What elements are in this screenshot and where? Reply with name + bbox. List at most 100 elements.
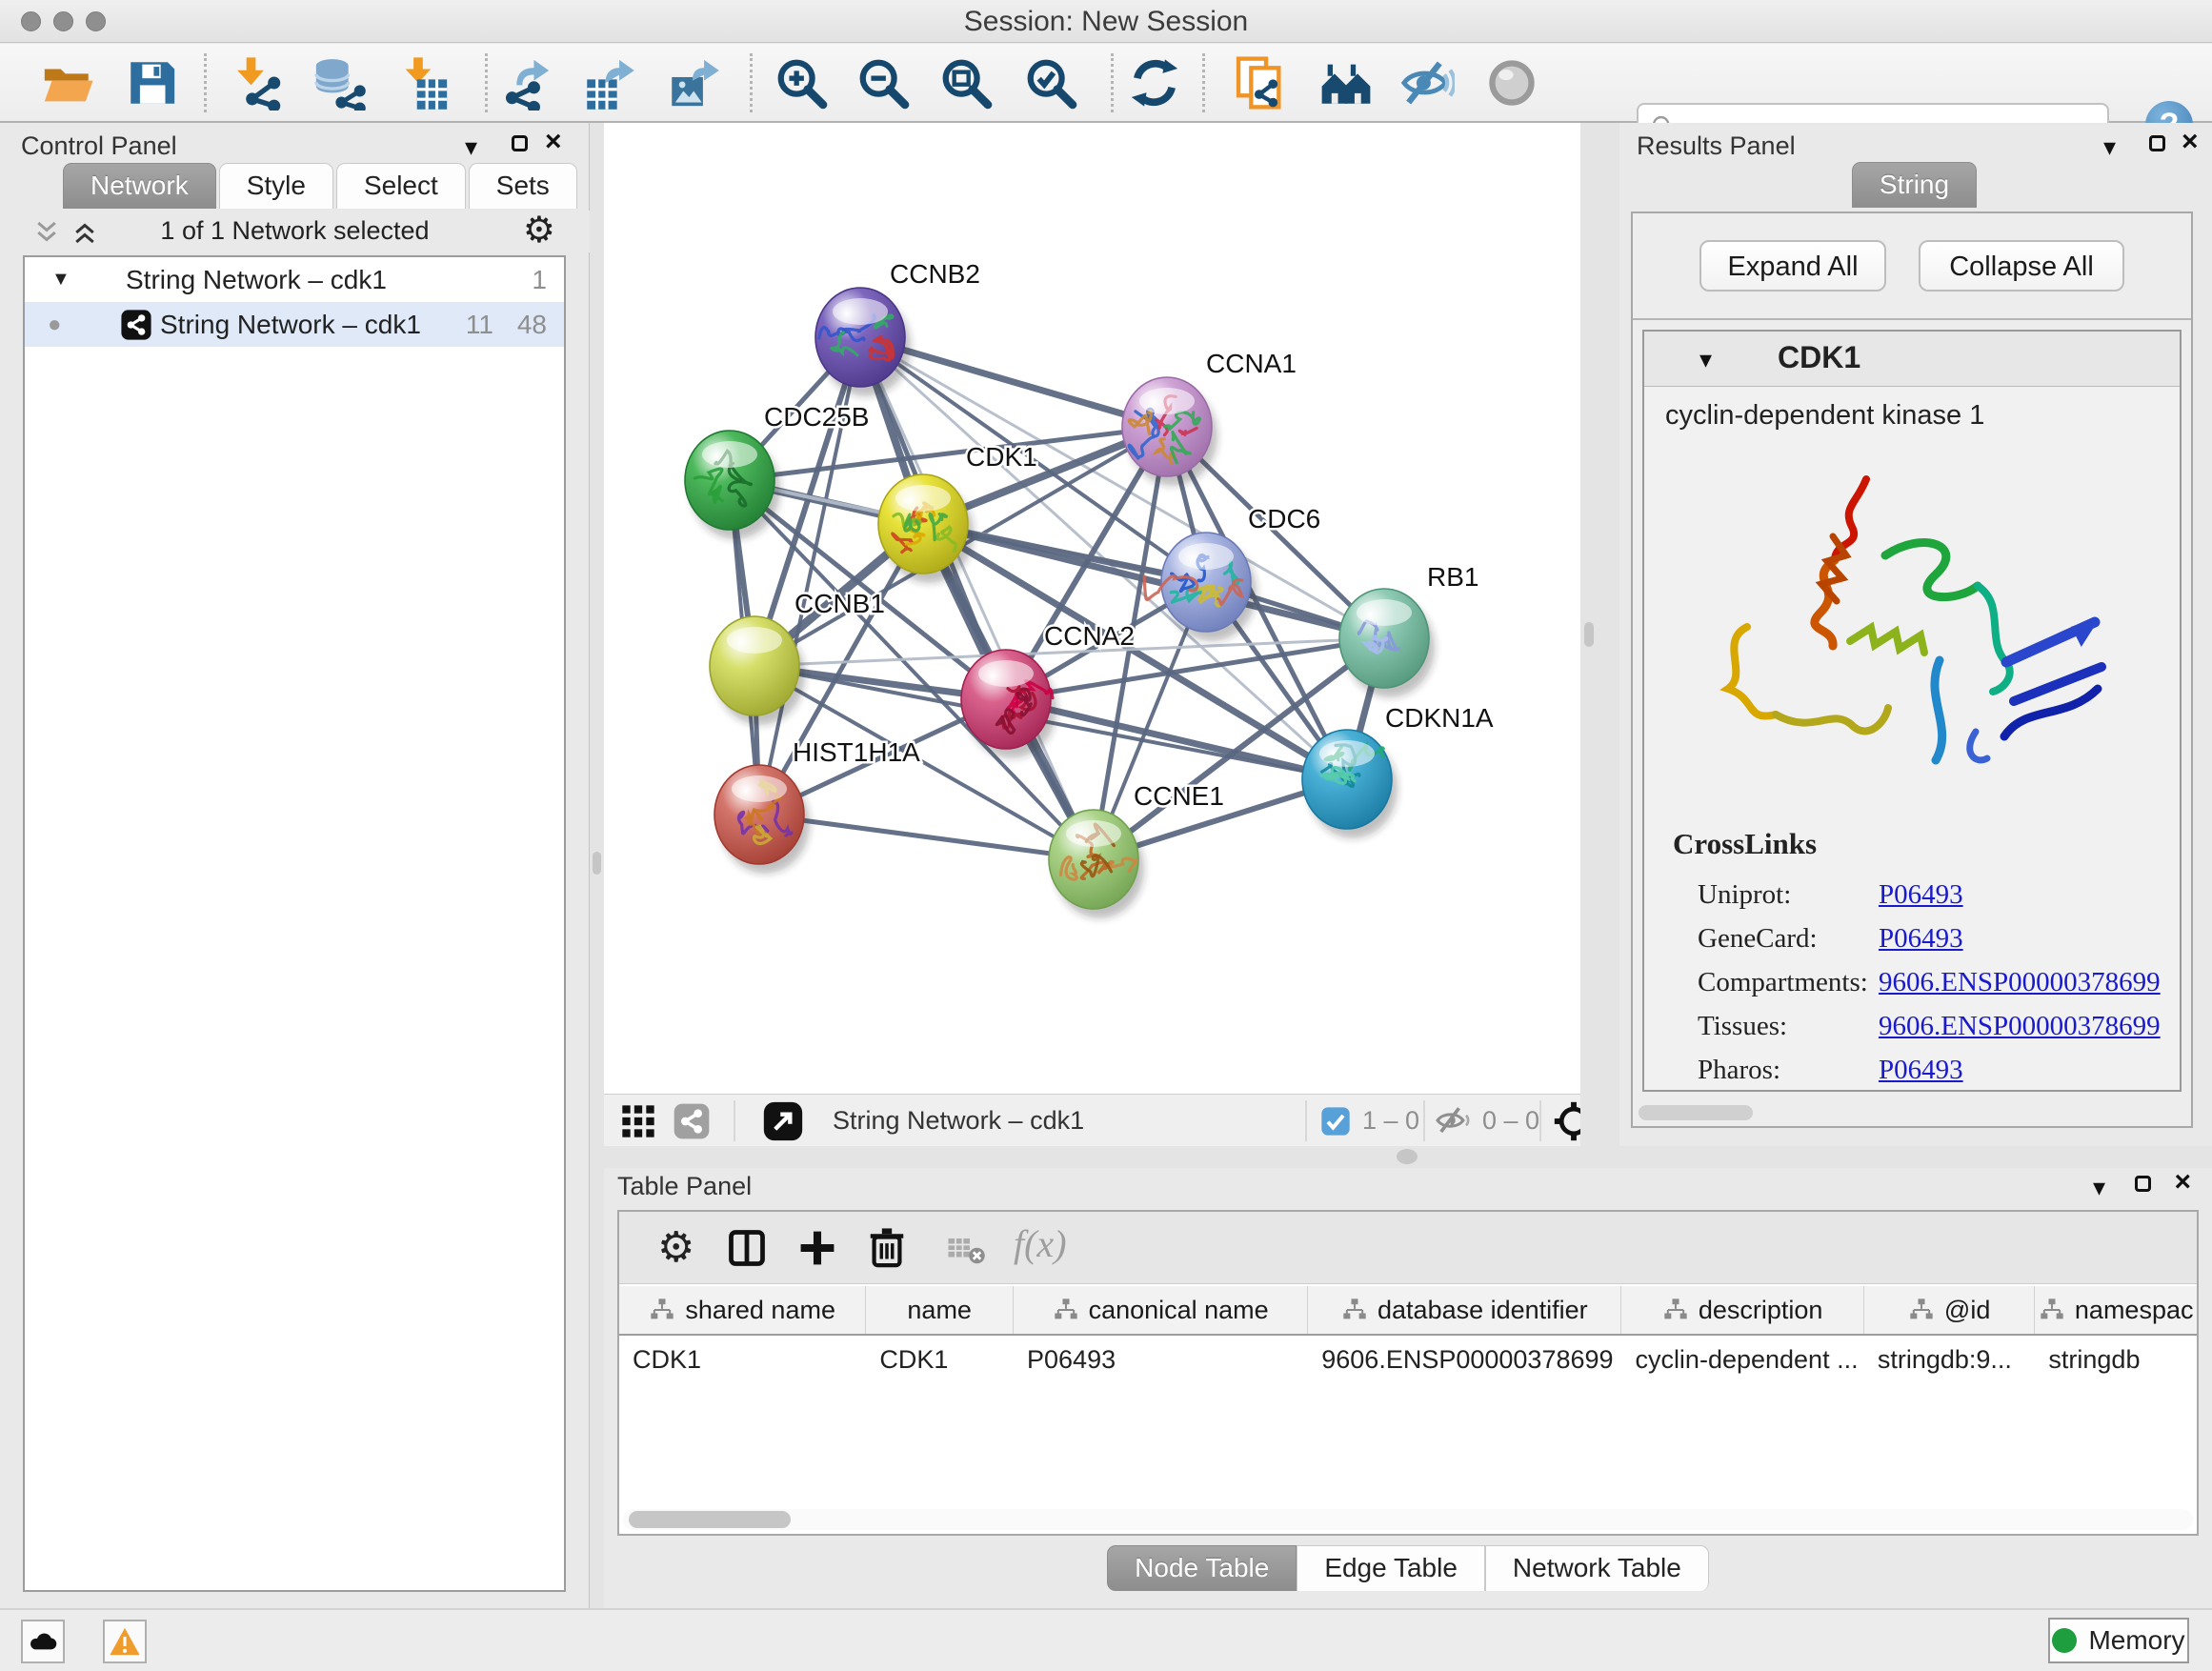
network-share-icon (120, 309, 152, 341)
cell-database-identifier[interactable]: 9606.ENSP00000378699 (1308, 1338, 1621, 1381)
cell-name[interactable]: CDK1 (866, 1338, 1014, 1381)
network-view-share-icon[interactable] (673, 1102, 711, 1140)
protein-section-expander-icon[interactable]: ▾ (1699, 345, 1712, 374)
expand-all-button[interactable]: Expand All (1699, 240, 1886, 292)
column-header-namespace[interactable]: namespac (2035, 1286, 2197, 1334)
tab-select[interactable]: Select (336, 163, 466, 209)
network-node-CDKN1A[interactable]: CDKN1A (1302, 703, 1494, 838)
add-column-icon[interactable] (796, 1227, 838, 1269)
control-panel-maximize-icon[interactable] (512, 135, 528, 151)
hidden-counts: 0 – 0 (1482, 1106, 1539, 1136)
tab-style[interactable]: Style (219, 163, 333, 209)
zoom-fit-icon[interactable] (938, 55, 994, 111)
tab-network-table[interactable]: Network Table (1485, 1545, 1709, 1591)
table-hscrollbar[interactable] (623, 1509, 2193, 1530)
detach-view-icon[interactable] (762, 1100, 804, 1142)
results-panel-float-icon[interactable]: ▾ (2103, 132, 2116, 162)
cell-id[interactable]: stringdb:9... (1864, 1338, 2036, 1381)
hide-selected-eye-icon[interactable] (1399, 55, 1455, 111)
network-node-RB1[interactable]: RB1 (1339, 562, 1478, 697)
column-header-name[interactable]: name (866, 1286, 1014, 1334)
zoom-out-icon[interactable] (855, 55, 911, 111)
cloud-icon (28, 1628, 58, 1653)
zoom-selected-icon[interactable] (1023, 55, 1078, 111)
save-session-icon[interactable] (124, 55, 179, 111)
column-header-shared-name[interactable]: shared name (619, 1286, 866, 1334)
network-node-HIST1H1A[interactable]: HIST1H1A (714, 737, 920, 874)
main-toolbar: ? (0, 44, 2212, 123)
show-all-eye-icon[interactable] (1484, 55, 1539, 111)
network-edge[interactable] (860, 337, 1094, 859)
network-canvas[interactable]: CCNB2CCNA1CDC25BCDK1CDC6RB1CCNB1CCNA2CDK… (604, 123, 1580, 1094)
column-type-icon (1341, 1297, 1368, 1323)
hidden-eye-slash-icon[interactable] (1435, 1104, 1475, 1137)
network-node-CCNB1[interactable]: CCNB1 (710, 589, 885, 725)
tab-sets[interactable]: Sets (469, 163, 577, 209)
import-database-icon[interactable] (312, 55, 367, 111)
right-splitter[interactable] (1580, 123, 1619, 1146)
memory-button[interactable]: Memory (2048, 1618, 2189, 1663)
export-network-icon[interactable] (498, 55, 553, 111)
export-image-icon[interactable] (665, 55, 720, 111)
cell-canonical-name[interactable]: P06493 (1014, 1338, 1308, 1381)
grid-view-icon[interactable] (619, 1102, 657, 1140)
tissues-link[interactable]: 9606.ENSP00000378699 (1879, 1011, 2161, 1041)
import-network-icon[interactable] (231, 55, 287, 111)
table-toolbar: ⚙ f(x) (619, 1212, 2197, 1284)
table-panel-float-icon[interactable]: ▾ (2093, 1173, 2105, 1202)
genecard-link[interactable]: P06493 (1879, 923, 1963, 954)
left-splitter[interactable] (590, 123, 604, 1608)
column-header-id[interactable]: @id (1864, 1286, 2036, 1334)
uniprot-link[interactable]: P06493 (1879, 879, 1963, 910)
delete-column-trash-icon[interactable] (865, 1225, 909, 1269)
cell-namespace[interactable]: stringdb (2035, 1338, 2197, 1381)
table-row[interactable]: CDK1 CDK1 P06493 9606.ENSP00000378699 cy… (619, 1338, 2197, 1381)
delete-table-icon[interactable] (947, 1235, 987, 1265)
column-header-description[interactable]: description (1621, 1286, 1863, 1334)
table-settings-gear-icon[interactable]: ⚙ (657, 1227, 694, 1269)
column-header-database-identifier[interactable]: database identifier (1308, 1286, 1621, 1334)
compartments-link[interactable]: 9606.ENSP00000378699 (1879, 967, 2161, 997)
network-node-CCNB2[interactable]: CCNB2 (815, 259, 980, 396)
cell-shared-name[interactable]: CDK1 (619, 1338, 866, 1381)
refresh-icon[interactable] (1127, 55, 1182, 111)
home-networks-icon[interactable] (1318, 55, 1374, 111)
import-table-icon[interactable] (396, 55, 452, 111)
network-node-CCNE1[interactable]: CCNE1 (1049, 781, 1224, 918)
collection-expander-icon[interactable]: ▼ (51, 257, 70, 302)
control-panel-float-icon[interactable]: ▾ (465, 132, 477, 162)
network-node-label: CDKN1A (1385, 703, 1494, 733)
table-panel-maximize-icon[interactable] (2135, 1176, 2151, 1192)
cell-description[interactable]: cyclin-dependent ... (1621, 1338, 1863, 1381)
network-node-label: CDC25B (764, 402, 869, 432)
bottom-splitter[interactable] (604, 1146, 2212, 1168)
pharos-link[interactable]: P06493 (1879, 1055, 1963, 1085)
tab-node-table[interactable]: Node Table (1107, 1545, 1297, 1591)
network-options-gear-icon[interactable]: ⚙ (523, 212, 555, 249)
crosslink-row: Compartments:9606.ENSP00000378699 (1698, 960, 2161, 1004)
open-session-icon[interactable] (40, 55, 95, 111)
results-panel-close-icon[interactable]: × (2182, 126, 2199, 158)
clone-network-icon[interactable] (1233, 55, 1288, 111)
column-header-canonical-name[interactable]: canonical name (1014, 1286, 1308, 1334)
cloud-status-button[interactable] (21, 1620, 65, 1663)
network-collection-row[interactable]: ▼ String Network – cdk1 1 (25, 257, 564, 302)
tab-edge-table[interactable]: Edge Table (1297, 1545, 1485, 1591)
results-hscrollbar[interactable] (1639, 1105, 1753, 1120)
collapse-all-button[interactable]: Collapse All (1919, 240, 2124, 292)
tab-string[interactable]: String (1852, 162, 1977, 208)
network-edge[interactable] (923, 524, 1384, 638)
warnings-button[interactable] (103, 1620, 147, 1663)
network-edge-count: 48 (517, 302, 547, 347)
function-builder-icon[interactable]: f(x) (1014, 1221, 1067, 1266)
network-row[interactable]: ● String Network – cdk1 11 48 (25, 302, 564, 347)
show-columns-icon[interactable] (726, 1227, 768, 1269)
results-panel-maximize-icon[interactable] (2149, 135, 2165, 151)
export-table-icon[interactable] (580, 55, 635, 111)
network-graph[interactable]: CCNB2CCNA1CDC25BCDK1CDC6RB1CCNB1CCNA2CDK… (604, 123, 1580, 1094)
tab-network[interactable]: Network (63, 163, 216, 209)
control-panel-close-icon[interactable]: × (545, 126, 562, 158)
zoom-in-icon[interactable] (774, 55, 829, 111)
selected-checkbox-icon[interactable] (1320, 1106, 1351, 1137)
table-panel-close-icon[interactable]: × (2174, 1166, 2191, 1198)
